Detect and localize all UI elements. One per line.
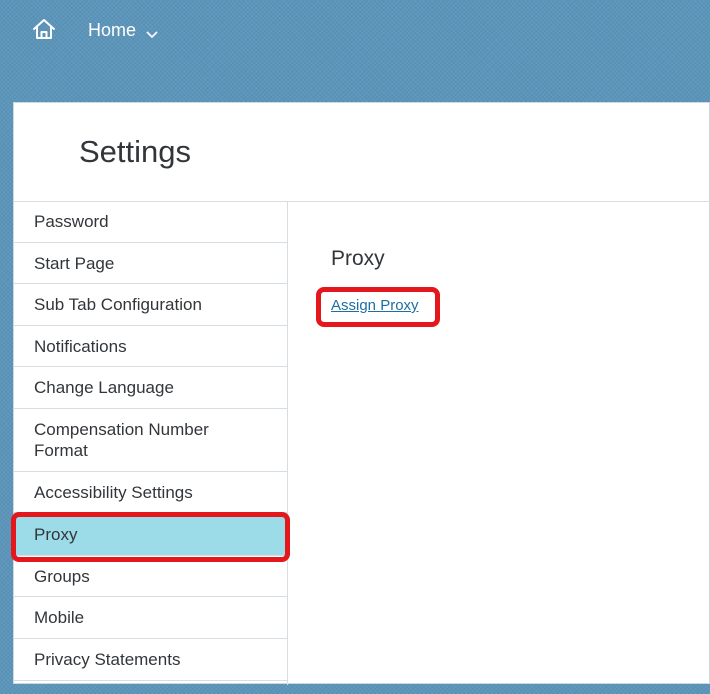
sidebar-item-sub-tab-configuration[interactable]: Sub Tab Configuration [14, 284, 287, 326]
shell-header: Home [0, 0, 710, 100]
sidebar-item-mobile[interactable]: Mobile [14, 597, 287, 639]
sidebar-item-groups[interactable]: Groups [14, 556, 287, 597]
sidebar-item-password[interactable]: Password [14, 201, 287, 243]
page-title: Settings [79, 134, 192, 169]
home-icon[interactable] [32, 17, 56, 41]
chevron-down-icon [146, 26, 158, 39]
sidebar-item-change-language[interactable]: Change Language [14, 367, 287, 409]
sidebar-item-notifications[interactable]: Notifications [14, 326, 287, 367]
sidebar-item-privacy-statements[interactable]: Privacy Statements [14, 639, 287, 681]
settings-sidebar: Password Start Page Sub Tab Configuratio… [14, 201, 288, 685]
home-menu-button[interactable]: Home [88, 17, 158, 43]
sidebar-item-proxy[interactable]: Proxy [14, 513, 287, 556]
section-title: Proxy [331, 247, 385, 270]
settings-panel: Settings Password Start Page Sub Tab Con… [13, 102, 710, 685]
assign-proxy-link[interactable]: Assign Proxy [331, 297, 419, 314]
sidebar-item-accessibility-settings[interactable]: Accessibility Settings [14, 472, 287, 513]
home-menu-label: Home [88, 19, 137, 40]
sidebar-item-start-page[interactable]: Start Page [14, 243, 287, 284]
proxy-content: Proxy Assign Proxy [288, 201, 709, 683]
page-header: Settings [14, 103, 709, 202]
sidebar-item-compensation-number-format[interactable]: Compensation Number Format [14, 409, 287, 472]
